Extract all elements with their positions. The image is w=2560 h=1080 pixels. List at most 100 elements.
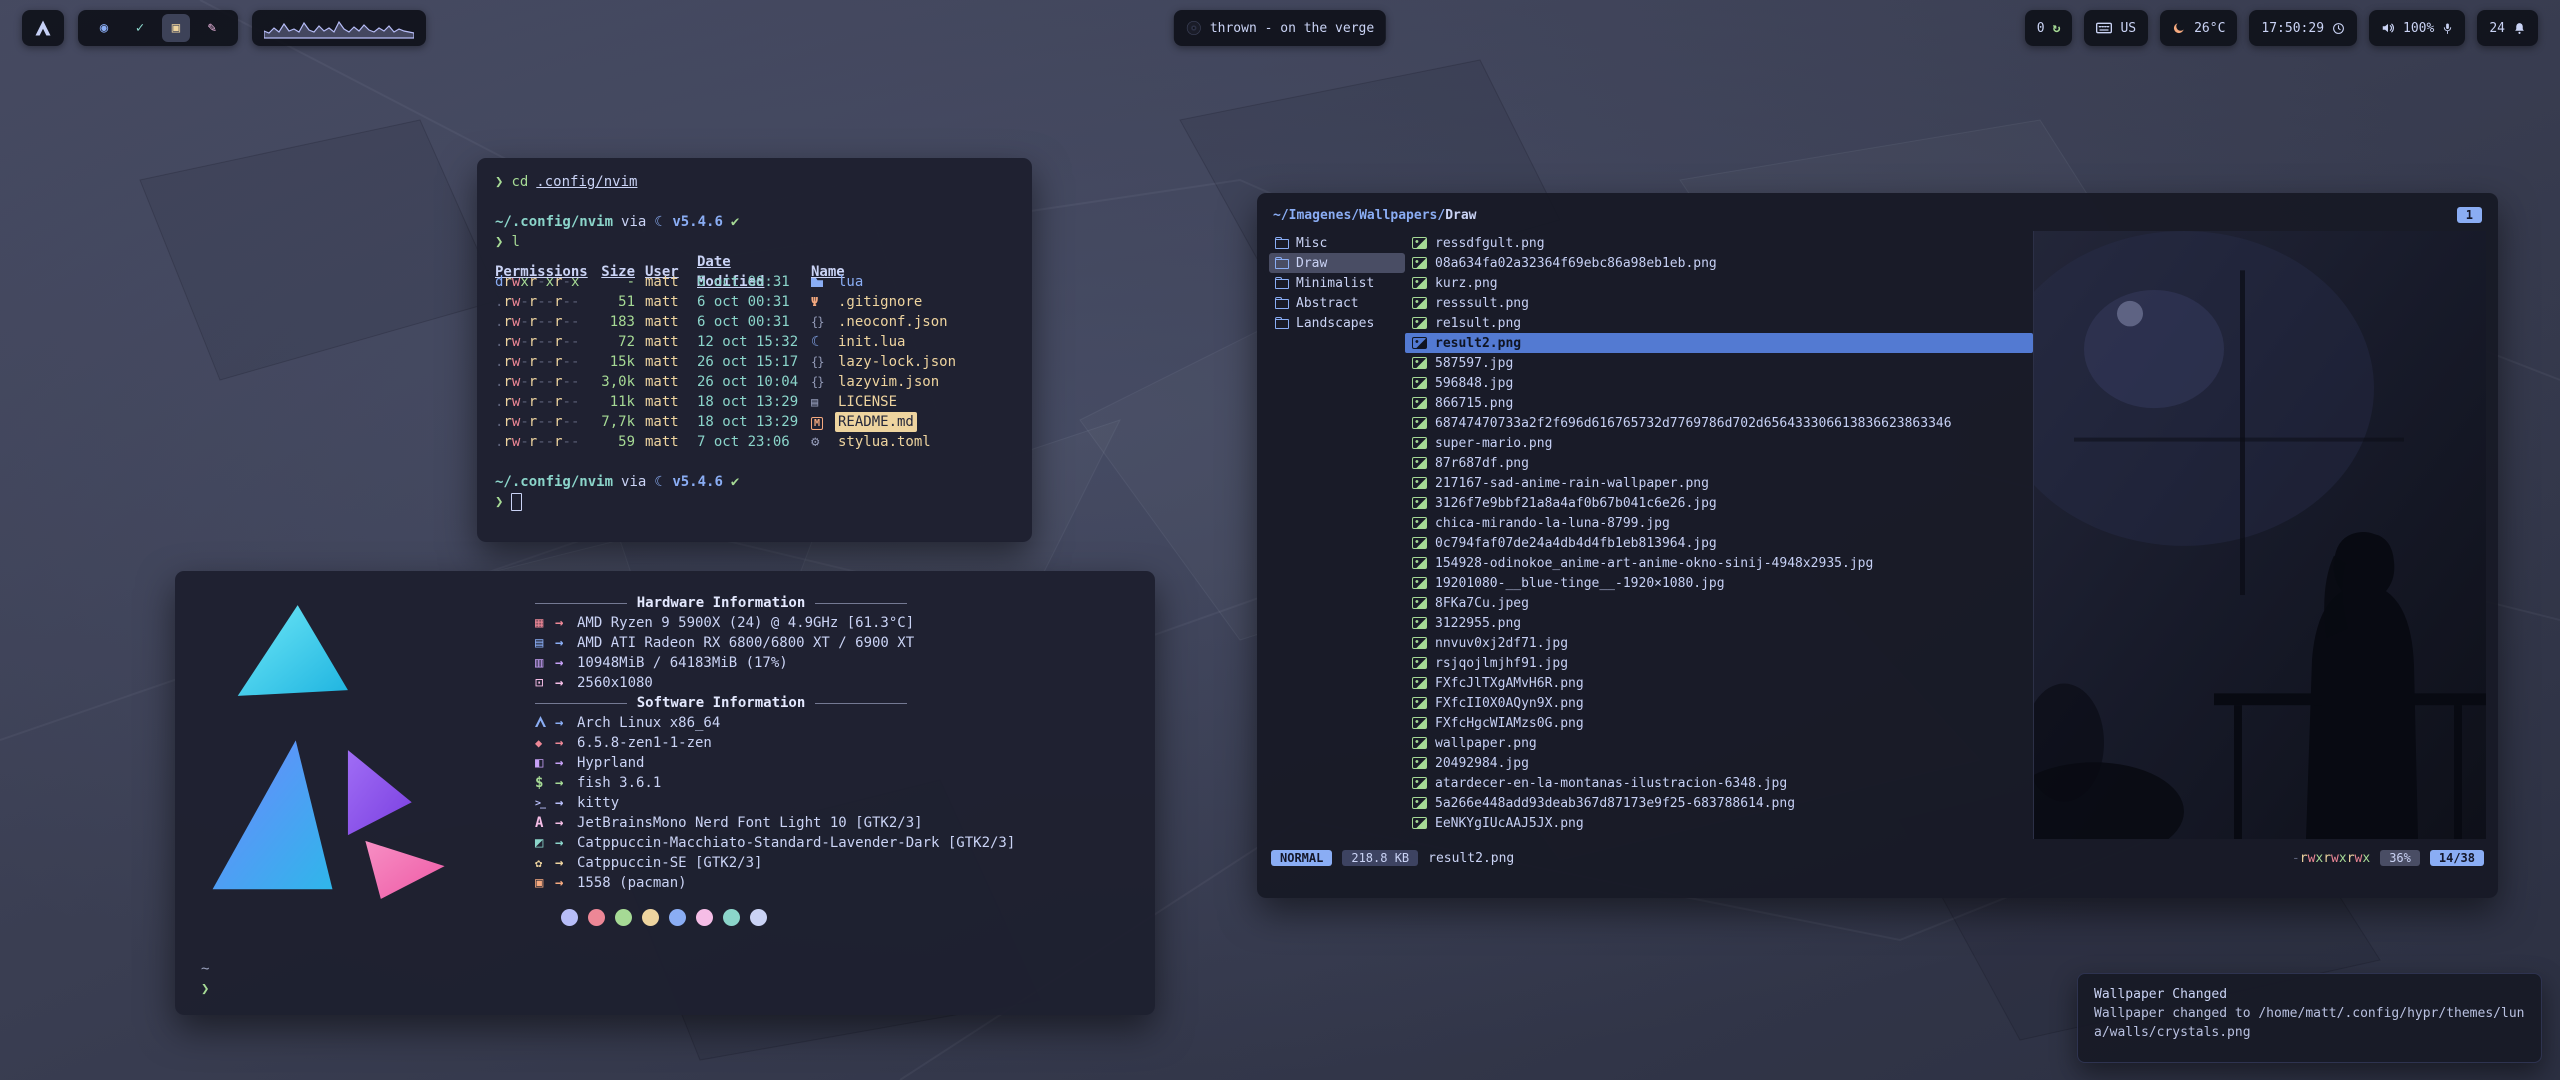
file-name: LICENSE: [835, 392, 900, 412]
updates-widget[interactable]: 0: [2025, 10, 2073, 46]
file-permissions: .rw-r--r--: [495, 372, 581, 392]
info-text: 10948MiB / 64183MiB (17%): [577, 653, 788, 673]
file-name-cell: lazy-lock.json: [811, 352, 1014, 372]
keyboard-layout-widget[interactable]: US: [2084, 10, 2148, 46]
file-size: 72: [591, 332, 635, 352]
launcher-button[interactable]: [22, 10, 64, 46]
file-owner: matt: [645, 352, 687, 372]
file-item[interactable]: 8FKa7Cu.jpeg: [1405, 593, 2033, 613]
weather-widget[interactable]: 26°C: [2160, 10, 2237, 46]
software-section-title: Software Information: [535, 693, 907, 713]
file-item[interactable]: 08a634fa02a32364f69ebc86a98eb1eb.png: [1405, 253, 2033, 273]
image-file-icon: [1412, 437, 1427, 449]
sidebar-folder[interactable]: Abstract: [1269, 293, 1405, 313]
file-item[interactable]: 0c794faf07de24a4db4d4fb1eb813964.jpg: [1405, 533, 2033, 553]
file-item[interactable]: nnvuv0xj2df71.jpg: [1405, 633, 2033, 653]
file-item[interactable]: FXfcII0X0AQyn9X.png: [1405, 693, 2033, 713]
file-name: 154928-odinokoe_anime-art-anime-okno-sin…: [1435, 556, 1873, 571]
file-item[interactable]: EeNKYgIUcAAJ5JX.png: [1405, 813, 2033, 833]
file-item[interactable]: atardecer-en-la-montanas-ilustracion-634…: [1405, 773, 2033, 793]
file-name: 68747470733a2f2f696d616765732d7769786d70…: [1435, 416, 1952, 431]
image-file-icon: [1412, 757, 1427, 769]
sidebar-folder[interactable]: Draw: [1269, 253, 1405, 273]
file-permissions: -rwxrwxrwx: [2292, 851, 2370, 866]
file-item[interactable]: rsjqojlmjhf91.jpg: [1405, 653, 2033, 673]
file-row: .rw-r--r-- 183 matt 6 oct 00:31 .neoconf…: [495, 312, 1014, 332]
file-item[interactable]: 3122955.png: [1405, 613, 2033, 633]
active-prompt[interactable]: ❯: [495, 492, 1014, 512]
info-text: Catppuccin-SE [GTK2/3]: [577, 853, 762, 873]
folder-icon: [1275, 239, 1289, 249]
file-item[interactable]: 68747470733a2f2f696d616765732d7769786d70…: [1405, 413, 2033, 433]
system-info-window[interactable]: Hardware Information AMD Ryzen 9 5900X (…: [175, 571, 1155, 1015]
file-item[interactable]: chica-mirando-la-luna-8799.jpg: [1405, 513, 2033, 533]
file-item[interactable]: 20492984.jpg: [1405, 753, 2033, 773]
terminal-window[interactable]: ❯cd.config/nvim ~/.config/nvimviav5.4.6✔…: [477, 158, 1032, 542]
file-name: 19201080-__blue-tinge__-1920×1080.jpg: [1435, 576, 1725, 591]
arrow-icon: [555, 713, 577, 733]
file-date: 18 oct 13:29: [697, 392, 801, 412]
file-name: result2.png: [1435, 336, 1521, 351]
via-word: via: [621, 212, 646, 232]
file-item[interactable]: 154928-odinokoe_anime-art-anime-okno-sin…: [1405, 553, 2033, 573]
file-row: .rw-r--r-- 7,7k matt 18 oct 13:29 README…: [495, 412, 1014, 432]
arrow-icon: [555, 813, 577, 833]
notifications-widget[interactable]: 24: [2477, 10, 2538, 46]
file-item[interactable]: 596848.jpg: [1405, 373, 2033, 393]
file-item[interactable]: ressdfgult.png: [1405, 233, 2033, 253]
sidebar-folder[interactable]: Misc: [1269, 233, 1405, 253]
file-item[interactable]: 3126f7e9bbf21a8a4af0b67b041c6e26.jpg: [1405, 493, 2033, 513]
file-name: 596848.jpg: [1435, 376, 1513, 391]
file-item[interactable]: FXfcJlTXgAMvH6R.png: [1405, 673, 2033, 693]
volume-level: 100%: [2403, 21, 2434, 36]
arrow-icon: [555, 733, 577, 753]
workspace-button[interactable]: ▣: [162, 14, 190, 42]
info-icon: [535, 813, 555, 833]
workspace-button[interactable]: ✓: [126, 14, 154, 42]
file-item[interactable]: 587597.jpg: [1405, 353, 2033, 373]
notification-popup[interactable]: Wallpaper Changed Wallpaper changed to /…: [2077, 973, 2542, 1063]
music-player-widget[interactable]: thrown - on the verge: [1174, 10, 1386, 46]
file-item[interactable]: 87r687df.png: [1405, 453, 2033, 473]
prompt-char: ❯: [495, 172, 503, 192]
file-row: drwxr-xr-x - matt 6 oct 00:31 lua: [495, 272, 1014, 292]
clock-widget[interactable]: 17:50:29: [2249, 10, 2357, 46]
file-owner: matt: [645, 332, 687, 352]
workspace-button[interactable]: ✎: [198, 14, 226, 42]
file-item[interactable]: re1sult.png: [1405, 313, 2033, 333]
file-manager-window[interactable]: ~/Imagenes/Wallpapers/Draw 1 Misc Draw: [1257, 193, 2498, 898]
image-file-icon: [1412, 297, 1427, 309]
file-name: 587597.jpg: [1435, 356, 1513, 371]
file-item[interactable]: result2.png: [1405, 333, 2033, 353]
file-item[interactable]: 866715.png: [1405, 393, 2033, 413]
workspace-icon: ▣: [172, 20, 180, 36]
file-item[interactable]: 217167-sad-anime-rain-wallpaper.png: [1405, 473, 2033, 493]
file-item[interactable]: 19201080-__blue-tinge__-1920×1080.jpg: [1405, 573, 2033, 593]
status-ok: ✔: [731, 472, 739, 492]
file-name: 08a634fa02a32364f69ebc86a98eb1eb.png: [1435, 256, 1717, 271]
breadcrumb-prefix: ~/Imagenes/Wallpapers/: [1273, 208, 1445, 223]
file-item[interactable]: FXfcHgcWIAMzs0G.png: [1405, 713, 2033, 733]
file-type-icon: [811, 412, 829, 432]
file-item[interactable]: 5a266e448add93deab367d87173e9f25-6837886…: [1405, 793, 2033, 813]
file-name-cell: LICENSE: [811, 392, 1014, 412]
image-file-icon: [1412, 357, 1427, 369]
sidebar-folder[interactable]: Minimalist: [1269, 273, 1405, 293]
folder-icon: [1275, 319, 1289, 329]
moon-weather-icon: [2172, 21, 2186, 35]
sidebar-folder[interactable]: Landscapes: [1269, 313, 1405, 333]
file-name: 3126f7e9bbf21a8a4af0b67b041c6e26.jpg: [1435, 496, 1717, 511]
file-name: ressdfgult.png: [1435, 236, 1545, 251]
file-type-icon: [811, 372, 829, 392]
file-item[interactable]: resssult.png: [1405, 293, 2033, 313]
file-item[interactable]: wallpaper.png: [1405, 733, 2033, 753]
visualizer-wave-icon: [264, 16, 414, 40]
palette-dot: [588, 909, 605, 926]
workspace-button[interactable]: ◉: [90, 14, 118, 42]
via-word: via: [621, 472, 646, 492]
file-item[interactable]: kurz.png: [1405, 273, 2033, 293]
file-item[interactable]: super-mario.png: [1405, 433, 2033, 453]
volume-widget[interactable]: 100%: [2369, 10, 2465, 46]
shell-prompt[interactable]: ~ ❯: [201, 959, 209, 999]
info-icon: [535, 833, 555, 853]
